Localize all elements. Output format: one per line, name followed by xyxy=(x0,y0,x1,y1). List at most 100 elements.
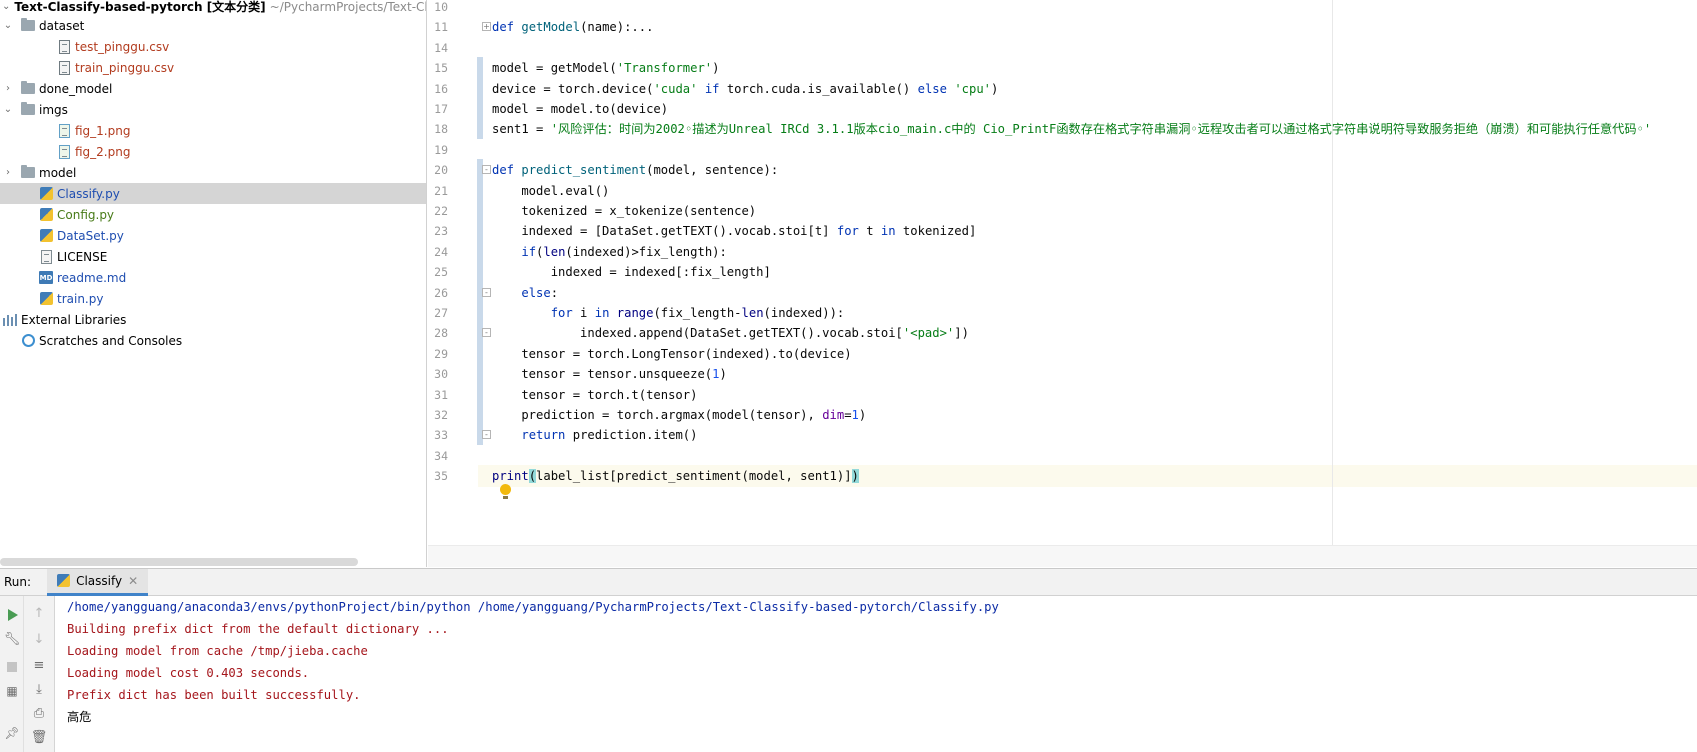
code-line[interactable]: return prediction.item() xyxy=(492,424,697,446)
tree-item-train-py[interactable]: train.py xyxy=(0,288,426,309)
wrench-icon[interactable]: 🔧︎ xyxy=(3,630,21,648)
trash-icon[interactable]: 🗑︎ xyxy=(30,728,48,746)
code-line[interactable]: model = model.to(device) xyxy=(492,98,668,120)
horizontal-scrollbar[interactable] xyxy=(0,558,358,566)
editor-horizontal-scroll-area[interactable] xyxy=(428,545,1697,567)
fold-expand-icon[interactable]: + xyxy=(482,22,491,32)
change-marker[interactable] xyxy=(477,363,483,384)
code-line[interactable]: indexed = [DataSet.getTEXT().vocab.stoi[… xyxy=(492,220,976,242)
console-output[interactable]: /home/yangguang/anaconda3/envs/pythonPro… xyxy=(67,596,1697,752)
change-marker[interactable] xyxy=(477,383,483,404)
tree-item-done-model[interactable]: › done_model xyxy=(0,78,426,99)
tree-item-label: External Libraries xyxy=(21,312,127,327)
line-number: 34 xyxy=(434,448,448,463)
close-icon[interactable]: ✕ xyxy=(128,574,138,588)
tree-item-label: fig_2.png xyxy=(75,144,131,159)
pin-icon[interactable]: 📌︎ xyxy=(3,724,21,742)
code-line[interactable]: tensor = torch.LongTensor(indexed).to(de… xyxy=(492,343,851,365)
chevron-right-icon[interactable]: › xyxy=(2,83,14,95)
chevron-down-icon[interactable]: ⌄ xyxy=(2,104,14,116)
tree-item-imgs[interactable]: ⌄ imgs xyxy=(0,99,426,120)
fold-collapse-icon[interactable]: - xyxy=(482,328,491,338)
stop-icon[interactable] xyxy=(3,658,21,676)
tree-item-external-libraries[interactable]: ›External Libraries xyxy=(0,309,426,330)
change-marker[interactable] xyxy=(477,240,483,262)
tree-item-fig-2-png[interactable]: fig_2.png xyxy=(0,141,426,162)
console-line: 高危 xyxy=(67,710,92,724)
down-arrow-icon[interactable]: ↓ xyxy=(30,630,48,648)
code-line[interactable]: prediction = torch.argmax(model(tensor),… xyxy=(492,404,866,426)
tree-item-config-py[interactable]: Config.py xyxy=(0,204,426,225)
chevron-down-icon[interactable]: ⌄ xyxy=(2,20,14,32)
change-marker[interactable] xyxy=(477,98,483,119)
tree-item-license[interactable]: LICENSE xyxy=(0,246,426,267)
scroll-to-end-icon[interactable]: ⤓ xyxy=(30,680,48,698)
code-line[interactable]: sent1 = '风险评估：时间为2002◦描述为Unreal IRCd 3.1… xyxy=(492,118,1651,140)
tree-item-scratches-and-consoles[interactable]: Scratches and Consoles xyxy=(0,330,426,351)
line-number: 35 xyxy=(434,469,448,484)
tree-item-test-pinggu-csv[interactable]: test_pinggu.csv xyxy=(0,36,426,57)
csv-file-icon xyxy=(56,60,72,76)
chevron-right-icon[interactable]: › xyxy=(2,167,14,179)
code-line[interactable]: print(label_list[predict_sentiment(model… xyxy=(492,465,859,487)
code-line[interactable]: if(len(indexed)>fix_length): xyxy=(492,241,726,263)
console-line: Building prefix dict from the default di… xyxy=(67,622,449,636)
code-line[interactable]: model.eval() xyxy=(492,180,609,202)
tree-item-classify-py[interactable]: Classify.py xyxy=(0,183,426,204)
code-line[interactable]: tokenized = x_tokenize(sentence) xyxy=(492,200,756,222)
change-marker[interactable] xyxy=(477,118,483,139)
line-number: 27 xyxy=(434,306,448,320)
tree-item-label: readme.md xyxy=(57,270,127,285)
tree-item-fig-1-png[interactable]: fig_1.png xyxy=(0,120,426,141)
code-line[interactable]: indexed.append(DataSet.getTEXT().vocab.s… xyxy=(492,322,969,344)
change-marker[interactable] xyxy=(477,261,483,282)
fold-collapse-icon[interactable]: - xyxy=(482,287,491,297)
tree-item-label: done_model xyxy=(39,81,113,96)
change-marker[interactable] xyxy=(477,179,483,200)
code-line[interactable]: tensor = tensor.unsqueeze(1) xyxy=(492,363,726,385)
change-marker[interactable] xyxy=(477,404,483,425)
print-icon[interactable]: ⎙ xyxy=(30,704,48,722)
code-editor[interactable]: 10 11 +14 15 16 17 18 19 20 - 21 22 23 24 25 26 - 27 28 - 29… xyxy=(428,0,1697,567)
run-toolbar-secondary: ↑ ↓ ≡ ⤓ ⎙ 🗑︎ xyxy=(24,596,55,752)
editor-gutter[interactable]: 10 11 +14 15 16 17 18 19 20 - 21 22 23 24 25 26 - 27 28 - 29… xyxy=(428,0,491,545)
python-file-icon xyxy=(38,207,54,223)
soft-wrap-icon[interactable]: ≡ xyxy=(30,656,48,674)
change-marker[interactable] xyxy=(477,220,483,241)
change-marker[interactable] xyxy=(477,302,483,323)
code-line[interactable]: def predict_sentiment(model, sentence): xyxy=(492,159,778,181)
chevron-down-icon[interactable]: ⌄ xyxy=(2,1,10,13)
run-icon[interactable] xyxy=(4,606,22,624)
change-marker[interactable] xyxy=(477,200,483,221)
change-marker[interactable] xyxy=(477,77,483,98)
fold-collapse-icon[interactable]: - xyxy=(482,165,491,175)
line-number: 20 xyxy=(434,163,448,178)
tree-item-train-pinggu-csv[interactable]: train_pinggu.csv xyxy=(0,57,426,78)
code-line[interactable]: device = torch.device('cuda' if torch.cu… xyxy=(492,78,998,100)
line-number: 29 xyxy=(434,346,448,361)
code-line[interactable]: for i in range(fix_length-len(indexed)): xyxy=(492,302,845,324)
tree-item-dataset[interactable]: ⌄ dataset xyxy=(0,15,426,36)
code-line[interactable]: tensor = torch.t(tensor) xyxy=(492,384,697,406)
tree-item-label: fig_1.png xyxy=(75,123,131,138)
console-line: Prefix dict has been built successfully. xyxy=(67,688,361,702)
tree-item-label: Scratches and Consoles xyxy=(39,333,183,348)
code-line[interactable]: indexed = indexed[:fix_length] xyxy=(492,261,771,283)
tab-classify[interactable]: Classify ✕ xyxy=(47,568,149,596)
layout-icon[interactable]: ▦ xyxy=(3,682,21,700)
tree-item-readme-md[interactable]: MD readme.md xyxy=(0,267,426,288)
fold-collapse-icon[interactable]: - xyxy=(482,430,491,440)
code-line[interactable]: def getModel(name):... xyxy=(492,16,653,38)
tree-item-label: train.py xyxy=(57,291,104,306)
run-label: Run: xyxy=(4,575,32,589)
tree-item-label: dataset xyxy=(39,18,85,33)
change-marker[interactable] xyxy=(477,342,483,364)
up-arrow-icon[interactable]: ↑ xyxy=(30,604,48,622)
tree-item-dataset-py[interactable]: DataSet.py xyxy=(0,225,426,246)
code-line[interactable]: else: xyxy=(492,282,558,304)
line-number: 22 xyxy=(434,204,448,218)
tree-item-model[interactable]: › model xyxy=(0,162,426,183)
change-marker[interactable] xyxy=(477,57,483,78)
code-line[interactable]: model = getModel('Transformer') xyxy=(492,57,719,79)
lightbulb-icon[interactable] xyxy=(499,484,511,500)
